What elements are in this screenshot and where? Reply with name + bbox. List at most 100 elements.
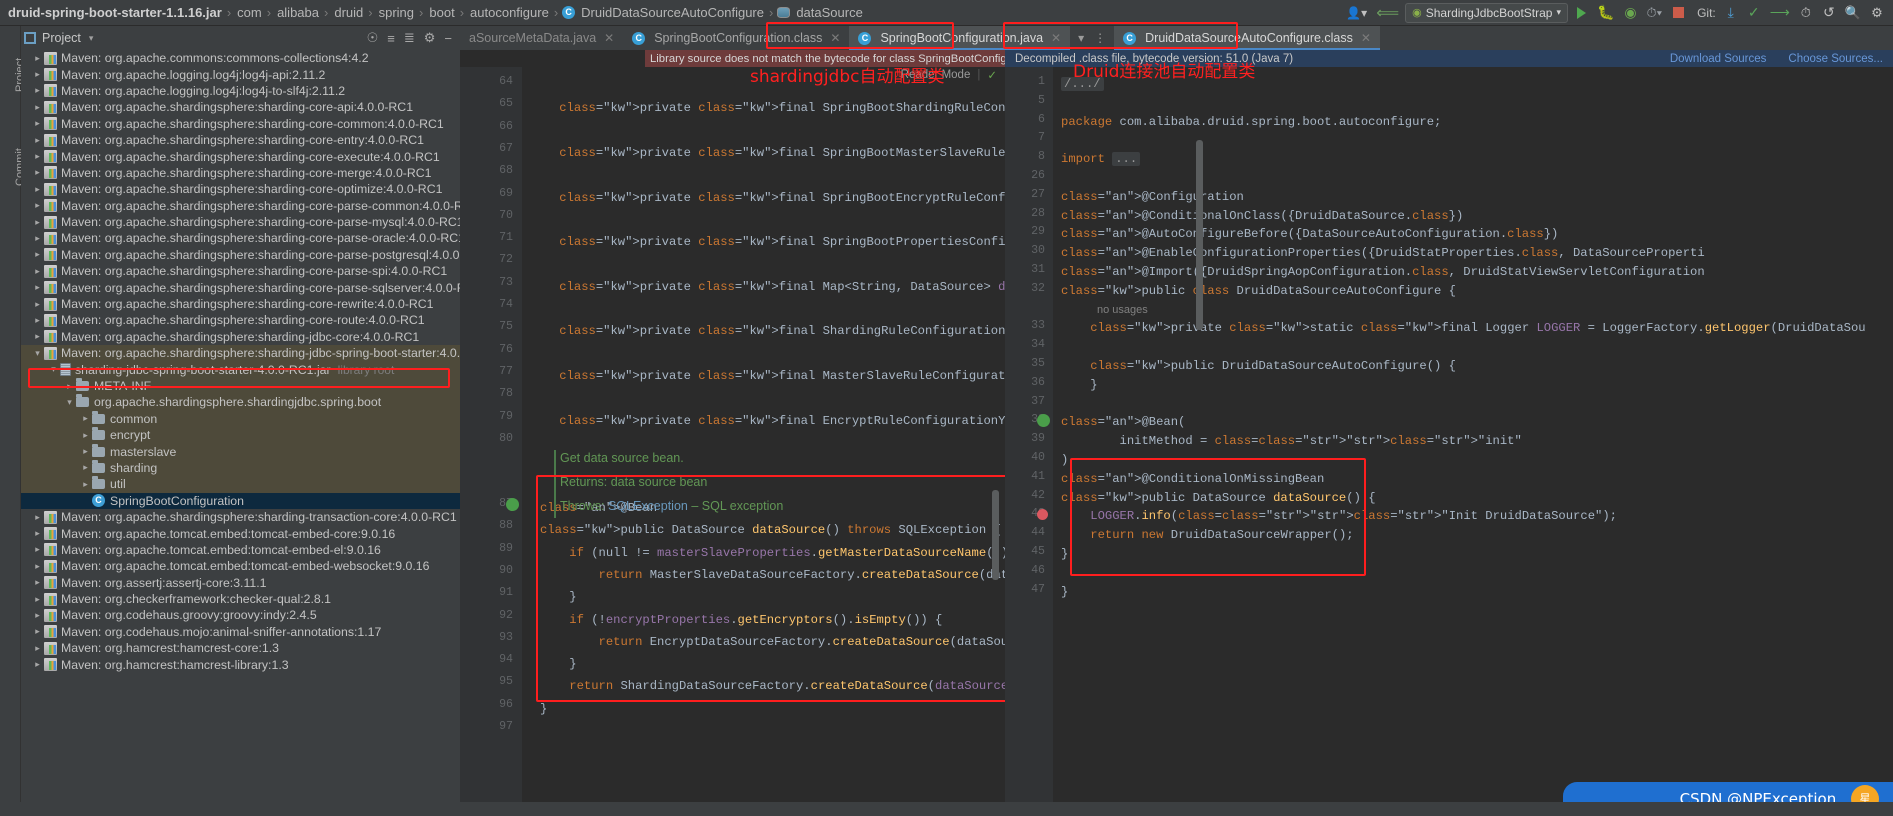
- tree-item[interactable]: ▸ Maven: org.assertj:assertj-core:3.11.1: [21, 575, 460, 591]
- close-icon[interactable]: ✕: [1051, 31, 1061, 45]
- tree-item[interactable]: ▸ Maven: org.codehaus.mojo:animal-sniffer…: [21, 624, 460, 640]
- tree-item[interactable]: ▸ Maven: org.apache.tomcat.embed:tomcat-e…: [21, 558, 460, 574]
- breadcrumb-item-spring[interactable]: spring: [377, 5, 416, 20]
- run-gutter-icon[interactable]: [1037, 414, 1050, 428]
- tree-item[interactable]: ▸ Maven: org.apache.shardingsphere:shardi…: [21, 247, 460, 263]
- breadcrumb-item-boot[interactable]: boot: [427, 5, 456, 20]
- center-editor-springbootconfiguration[interactable]: Library source does not match the byteco…: [460, 50, 1009, 816]
- chevron-right-icon[interactable]: ▸: [79, 462, 92, 473]
- close-icon[interactable]: ✕: [830, 31, 840, 45]
- center-editor-code[interactable]: class="kw">private class="kw">final Spri…: [522, 67, 1005, 816]
- code-line[interactable]: class="an">@EnableConfigurationPropertie…: [1061, 244, 1705, 263]
- tree-item[interactable]: ▸ Maven: org.apache.logging.log4j:log4j-t…: [21, 83, 460, 99]
- tree-item[interactable]: ▸ Maven: org.apache.shardingsphere:shardi…: [21, 148, 460, 164]
- chevron-down-icon[interactable]: ▾: [1078, 31, 1084, 45]
- chevron-right-icon[interactable]: ▸: [31, 233, 44, 244]
- tree-item[interactable]: ▾ sharding-jdbc-spring-boot-starter-4.0.0…: [21, 361, 460, 378]
- breadcrumb-item-class[interactable]: DruidDataSourceAutoConfigure: [579, 5, 766, 20]
- chevron-right-icon[interactable]: ▸: [31, 315, 44, 326]
- chevron-right-icon[interactable]: ▸: [31, 561, 44, 572]
- code-line[interactable]: class="an">@AutoConfigureBefore({DataSou…: [1061, 225, 1558, 244]
- code-line[interactable]: return MasterSlaveDataSourceFactory.crea…: [540, 564, 1005, 586]
- code-line[interactable]: class="an">@Configuration: [1061, 188, 1244, 207]
- chevron-down-icon[interactable]: ▾: [89, 33, 94, 44]
- chevron-right-icon[interactable]: ▸: [31, 299, 44, 310]
- tree-item[interactable]: ▸ META-INF: [21, 377, 460, 395]
- push-icon[interactable]: ⟶: [1767, 3, 1793, 23]
- chevron-down-icon[interactable]: ▾: [31, 348, 44, 359]
- code-line[interactable]: class="kw">private class="kw">final Map<…: [530, 276, 1005, 298]
- code-line[interactable]: class="an">@ConditionalOnClass({DruidDat…: [1061, 207, 1463, 226]
- chevron-right-icon[interactable]: ▸: [31, 643, 44, 654]
- download-sources-link[interactable]: Download Sources: [1670, 53, 1767, 65]
- code-line[interactable]: class="kw">private class="kw">final Shar…: [530, 320, 1005, 342]
- breadcrumb-item-autoconfigure[interactable]: autoconfigure: [468, 5, 551, 20]
- chevron-right-icon[interactable]: ▸: [31, 217, 44, 228]
- chevron-down-icon[interactable]: ▾: [63, 397, 76, 408]
- gear-icon[interactable]: ⚙: [424, 30, 436, 46]
- tree-item[interactable]: ▸ Maven: org.apache.commons:commons-colle…: [21, 50, 460, 66]
- code-line[interactable]: }: [1061, 583, 1068, 602]
- breadcrumb-item-com[interactable]: com: [235, 5, 264, 20]
- tree-item[interactable]: ▸ masterslave: [21, 443, 460, 460]
- tree-item[interactable]: ▸ Maven: org.apache.shardingsphere:shardi…: [21, 132, 460, 148]
- chevron-right-icon[interactable]: ▸: [79, 413, 92, 424]
- breakpoint-icon[interactable]: [1037, 509, 1048, 521]
- chevron-right-icon[interactable]: ▸: [31, 184, 44, 195]
- code-line[interactable]: class="kw">private class="kw">final Spri…: [530, 142, 1005, 164]
- code-line[interactable]: }: [1061, 545, 1068, 564]
- code-line[interactable]: if (null != masterSlaveProperties.getMas…: [540, 542, 1005, 564]
- chevron-right-icon[interactable]: ▸: [31, 512, 44, 523]
- tree-item[interactable]: ▸ Maven: org.codehaus.groovy:groovy:indy:…: [21, 607, 460, 623]
- code-line[interactable]: class="kw">public DruidDataSourceAutoCon…: [1061, 357, 1456, 376]
- chevron-right-icon[interactable]: ▸: [31, 151, 44, 162]
- tree-item[interactable]: ▾ org.apache.shardingsphere.shardingjdbc.…: [21, 394, 460, 411]
- gear-icon[interactable]: ⚙: [1867, 3, 1887, 23]
- code-line[interactable]: class="kw">private class="kw">final Encr…: [530, 410, 1005, 432]
- chevron-right-icon[interactable]: ▸: [31, 659, 44, 670]
- right-editor-scrollbar[interactable]: [1196, 140, 1203, 330]
- chevron-right-icon[interactable]: ▸: [79, 430, 92, 441]
- hide-panel-icon[interactable]: −: [444, 31, 452, 46]
- tree-item[interactable]: ▸ Maven: org.apache.shardingsphere:shardi…: [21, 296, 460, 312]
- code-line[interactable]: class="kw">private class="kw">final Mast…: [530, 365, 1005, 387]
- commit-icon[interactable]: ✓: [1744, 3, 1764, 23]
- chevron-right-icon[interactable]: ▸: [31, 249, 44, 260]
- tree-item[interactable]: ▸ encrypt: [21, 426, 460, 444]
- code-line[interactable]: class="kw">public class DruidDataSourceA…: [1061, 282, 1456, 301]
- code-line[interactable]: import ...: [1061, 150, 1141, 169]
- history-icon[interactable]: ⏱: [1796, 3, 1816, 23]
- right-editor-druiddatasourceautoconfigure[interactable]: Decompiled .class file, bytecode version…: [1005, 50, 1893, 816]
- locate-icon[interactable]: ☉: [367, 30, 379, 46]
- tree-item[interactable]: ▸ Maven: org.apache.shardingsphere:shardi…: [21, 279, 460, 295]
- chevron-right-icon[interactable]: ▸: [31, 85, 44, 96]
- tree-item[interactable]: ▸ Maven: org.apache.shardingsphere:shardi…: [21, 165, 460, 181]
- run-gutter-icon[interactable]: [506, 498, 519, 511]
- tree-item[interactable]: ▸ Maven: org.apache.shardingsphere:shardi…: [21, 99, 460, 115]
- chevron-right-icon[interactable]: ▸: [31, 577, 44, 588]
- javadoc-throws-type[interactable]: SQLException: [608, 499, 688, 513]
- tree-item[interactable]: ▸ Maven: org.apache.logging.log4j:log4j-a…: [21, 66, 460, 82]
- back-arrow-icon[interactable]: ⟸: [1373, 3, 1402, 23]
- tree-item[interactable]: ▸ Maven: org.checkerframework:checker-qua…: [21, 591, 460, 607]
- code-line[interactable]: class="an">@ConditionalOnMissingBean: [1061, 470, 1324, 489]
- profile-icon[interactable]: ⏱▾: [1643, 3, 1665, 23]
- tree-item[interactable]: ▸ common: [21, 410, 460, 427]
- code-line[interactable]: return ShardingDataSourceFactory.createD…: [540, 675, 1005, 697]
- tree-item[interactable]: ▸ Maven: org.apache.tomcat.embed:tomcat-e…: [21, 542, 460, 558]
- chevron-down-icon[interactable]: ▾: [47, 364, 60, 375]
- close-icon[interactable]: ✕: [604, 31, 614, 45]
- collapse-all-icon[interactable]: ≣: [404, 30, 415, 46]
- chevron-right-icon[interactable]: ▸: [31, 167, 44, 178]
- breadcrumb-item-druid[interactable]: druid: [332, 5, 365, 20]
- code-line[interactable]: ): [1061, 451, 1068, 470]
- chevron-right-icon[interactable]: ▸: [63, 381, 76, 392]
- tab-datasourcemetadata-java[interactable]: aSourceMetaData.java ✕: [460, 26, 624, 50]
- code-line[interactable]: initMethod = class=class="str">"str">cla…: [1061, 432, 1522, 451]
- tree-item[interactable]: ▸ Maven: org.apache.shardingsphere:shardi…: [21, 263, 460, 279]
- user-icon[interactable]: 👤▾: [1343, 3, 1370, 23]
- tab-druiddatasourceautoconfigure-class[interactable]: C DruidDataSourceAutoConfigure.class ✕: [1114, 26, 1380, 50]
- code-line[interactable]: class="kw">private class="kw">final Spri…: [530, 187, 1005, 209]
- run-icon[interactable]: [1571, 3, 1591, 23]
- code-line[interactable]: class="kw">public DataSource dataSource(…: [540, 519, 1001, 541]
